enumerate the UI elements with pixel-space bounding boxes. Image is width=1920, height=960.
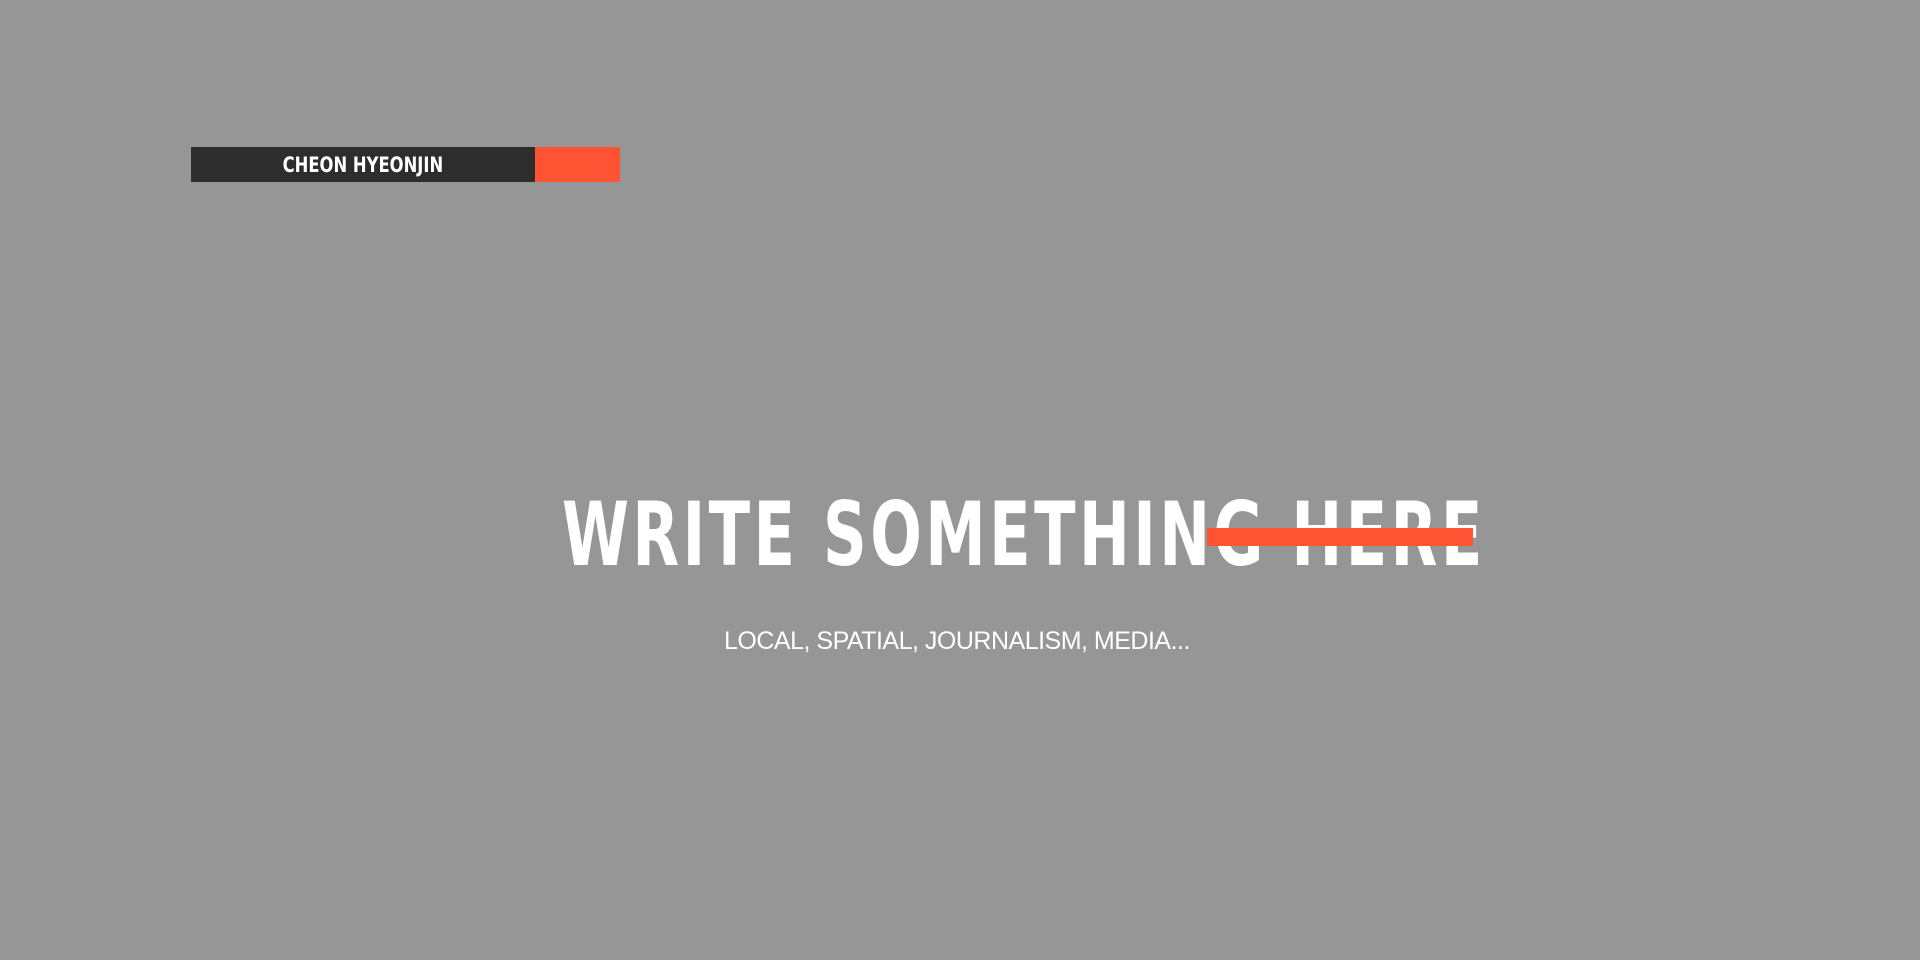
hero-section: WRITE SOMETHING HERE LOCAL, SPATIAL, JOU…	[0, 0, 1920, 960]
hero-subtitle: LOCAL, SPATIAL, JOURNALISM, MEDIA...	[0, 621, 1920, 661]
hero-headline: WRITE SOMETHING HERE	[562, 483, 1486, 586]
headline-accent-bar	[1207, 528, 1473, 546]
hero-subtitle-text: LOCAL, SPATIAL, JOURNALISM, MEDIA...	[724, 627, 1190, 655]
